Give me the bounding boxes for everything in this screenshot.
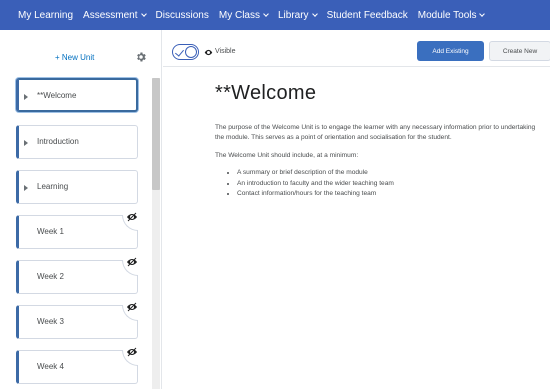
expand-caret-icon[interactable] [24,185,28,191]
unit-label: Week 2 [37,272,64,281]
top-navigation-bar: My Learning Assessment Discussions My Cl… [0,0,550,30]
unit-label: Learning [37,182,69,191]
page-title: **Welcome [215,82,317,104]
nav-label: Student Feedback [326,9,408,21]
nav-student-feedback[interactable]: Student Feedback [327,10,408,21]
unit-label: Week 1 [37,227,64,236]
nav-my-learning[interactable]: My Learning [18,10,73,21]
gear-icon[interactable] [135,51,147,63]
nav-module-tools[interactable]: Module Tools [417,9,486,21]
unit-introduction[interactable]: Introduction [16,125,138,159]
unit-sidebar: + New Unit **Welcome Introduction Learni… [0,30,162,389]
nav-label: My Class [218,9,260,21]
create-new-button[interactable]: Create New [489,41,550,61]
sidebar-header: + New Unit [0,42,162,72]
unit-week-1[interactable]: Week 1 [16,212,138,249]
nav-assessment[interactable]: Assessment [83,9,147,21]
unit-label: Week 4 [37,362,64,371]
check-icon [175,47,184,57]
unit-week-4[interactable]: Week 4 [16,347,138,384]
list-item: Contact information/hours for the teachi… [237,189,545,200]
sidebar-scrollbar[interactable] [152,78,160,389]
requirements-paragraph: The Welcome Unit should include, at a mi… [215,152,359,159]
chevron-down-icon [263,10,269,17]
intro-paragraph: The purpose of the Welcome Unit is to en… [215,124,536,141]
requirements-list: A summary or brief description of the mo… [237,168,545,200]
unit-welcome[interactable]: **Welcome [16,78,138,112]
content-toolbar: Visible Add Existing Create New [163,30,550,68]
unit-learning[interactable]: Learning [16,170,138,204]
nav-label: Module Tools [417,9,477,21]
visibility-toggle[interactable] [172,44,199,60]
unit-label: Week 3 [37,317,64,326]
nav-label: Assessment [83,9,138,21]
nav-label: My Learning [18,9,74,21]
chevron-down-icon [311,10,318,17]
add-existing-button[interactable]: Add Existing [417,41,484,61]
unit-label: Introduction [37,137,79,146]
chevron-down-icon [140,10,147,17]
visible-label: Visible [215,48,236,55]
unit-week-3[interactable]: Week 3 [16,302,138,339]
eye-slash-icon [127,212,137,222]
expand-caret-icon[interactable] [24,94,28,100]
nav-library[interactable]: Library [277,9,318,21]
scrollbar-thumb[interactable] [152,78,160,190]
toggle-knob [185,46,197,58]
nav-discussions[interactable]: Discussions [156,10,209,21]
unit-week-2[interactable]: Week 2 [16,257,138,294]
eye-slash-icon [127,347,137,357]
list-item: A summary or brief description of the mo… [237,168,545,179]
eye-icon [204,49,213,56]
unit-label: **Welcome [37,91,77,100]
chevron-down-icon [479,10,486,17]
unit-content: **Welcome The purpose of the Welcome Uni… [215,82,545,200]
eye-slash-icon [127,257,137,267]
eye-slash-icon [127,302,137,312]
list-item: An introduction to faculty and the wider… [237,179,545,190]
new-unit-button[interactable]: + New Unit [55,53,94,62]
toolbar-divider [163,66,550,67]
expand-caret-icon[interactable] [24,140,28,146]
nav-label: Library [277,9,309,21]
nav-label: Discussions [155,9,209,21]
nav-my-class[interactable]: My Class [218,9,269,21]
